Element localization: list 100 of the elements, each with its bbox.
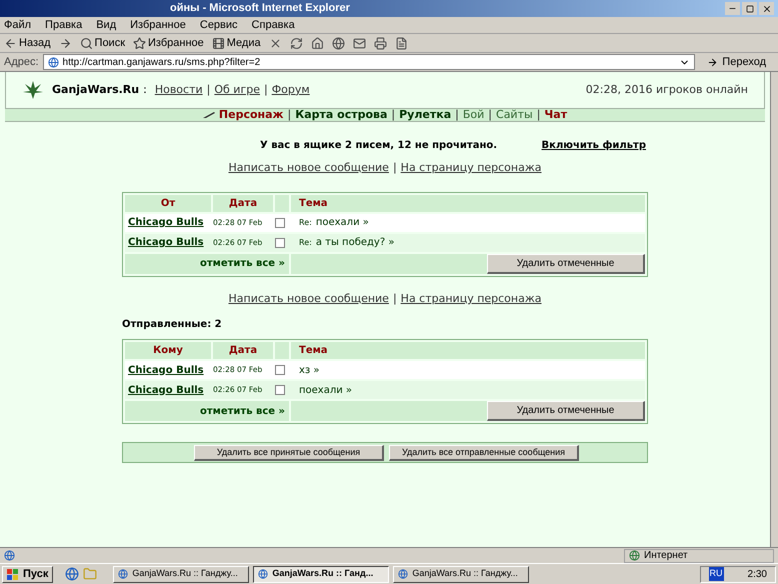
- page-link[interactable]: Форум: [272, 82, 310, 98]
- separator: |: [455, 106, 459, 123]
- windows-flag-icon: [7, 568, 19, 580]
- maximize-icon: [746, 4, 754, 12]
- separator: |: [392, 160, 397, 176]
- search-icon: [80, 36, 93, 50]
- sender-link[interactable]: Chicago Bulls: [128, 216, 204, 229]
- mark-all-link[interactable]: отметить все »: [200, 404, 285, 418]
- nav-link[interactable]: Карта острова: [295, 106, 388, 124]
- menu-item[interactable]: Файл: [4, 16, 32, 34]
- search-button[interactable]: Поиск: [80, 34, 126, 52]
- back-arrow-icon: [4, 36, 17, 50]
- taskbar-button[interactable]: GanjaWars.Ru :: Ганд...: [253, 566, 390, 582]
- page-link[interactable]: Об игре: [214, 82, 260, 98]
- sender-link[interactable]: Chicago Bulls: [128, 364, 204, 376]
- column-header: Дата: [213, 342, 273, 359]
- page-icon: [48, 56, 59, 68]
- reply-prefix: Re:: [299, 217, 312, 229]
- nav-link[interactable]: Персонаж: [218, 106, 284, 124]
- separator: |: [206, 82, 210, 98]
- language-indicator[interactable]: RU: [708, 567, 724, 581]
- toolbar-icon[interactable]: [268, 36, 282, 50]
- separator: |: [391, 106, 396, 123]
- toolbar-icon[interactable]: [352, 36, 366, 50]
- close-button[interactable]: [759, 2, 774, 15]
- delete-selected-button[interactable]: Удалить отмеченные: [487, 254, 645, 274]
- maximize-button[interactable]: [742, 2, 757, 15]
- browser-icon[interactable]: [65, 567, 80, 581]
- page-icon: [4, 550, 15, 561]
- separator: |: [488, 106, 492, 123]
- page-link[interactable]: На страницу персонажа: [400, 290, 542, 307]
- toolbar-icon[interactable]: [332, 36, 345, 50]
- minimize-button[interactable]: [725, 2, 740, 15]
- mailbox-summary: У вас в ящике 2 писем, 12 не прочитано.: [260, 138, 498, 152]
- menu-item[interactable]: Сервис: [200, 16, 238, 34]
- row-checkbox[interactable]: [275, 365, 285, 375]
- mark-all-link[interactable]: отметить все »: [200, 256, 285, 271]
- delete-all-button[interactable]: Удалить все отправленные сообщения: [389, 444, 579, 460]
- media-button[interactable]: Медиа: [212, 34, 261, 52]
- taskbar-button[interactable]: GanjaWars.Ru :: Ганджу...: [113, 566, 250, 582]
- window-title: ойны - Microsoft Internet Explorer: [169, 1, 350, 16]
- nav-link[interactable]: Бой: [462, 106, 484, 124]
- close-icon: [762, 4, 772, 14]
- column-header-background: [275, 194, 289, 212]
- page-link[interactable]: Новости: [154, 82, 203, 98]
- column-header: Тема: [291, 342, 645, 359]
- sender-link[interactable]: Chicago Bulls: [128, 384, 204, 396]
- subject-link[interactable]: а ты победу? »: [316, 235, 394, 250]
- subject-link[interactable]: поехали »: [299, 382, 352, 398]
- nav-link[interactable]: Рулетка: [399, 106, 452, 124]
- address-label: Адрес:: [4, 54, 39, 70]
- toolbar-icon[interactable]: [310, 36, 324, 50]
- column-header: Дата: [213, 194, 273, 212]
- row-checkbox[interactable]: [275, 238, 285, 248]
- rifle-icon: [202, 111, 215, 119]
- globe-icon: [629, 550, 640, 561]
- forward-button[interactable]: [58, 36, 72, 50]
- page-icon: [398, 569, 408, 579]
- column-header-background: [275, 342, 289, 359]
- delete-all-button[interactable]: Удалить все принятые сообщения: [194, 444, 384, 460]
- subject-link[interactable]: хз »: [299, 362, 320, 378]
- subject-link[interactable]: поехали »: [316, 215, 369, 230]
- page-link[interactable]: Написать новое сообщение: [228, 290, 389, 307]
- site-logo[interactable]: GanjaWars.Ru: [52, 82, 140, 98]
- reply-prefix: Re:: [299, 237, 312, 249]
- sender-link[interactable]: Chicago Bulls: [128, 236, 204, 249]
- back-button[interactable]: Назад: [4, 34, 51, 52]
- taskbar-button[interactable]: GanjaWars.Ru :: Ганджу...: [393, 566, 530, 582]
- menu-item[interactable]: Правка: [45, 16, 82, 34]
- start-button[interactable]: Пуск: [2, 566, 54, 582]
- address-field[interactable]: http://cartman.ganjawars.ru/sms.php?filter=2: [42, 54, 696, 70]
- clock: 2:30: [748, 568, 767, 582]
- forward-arrow-icon: [58, 36, 72, 50]
- delete-selected-button[interactable]: Удалить отмеченные: [487, 401, 645, 421]
- separator: |: [288, 106, 292, 123]
- page-link[interactable]: Написать новое сообщение: [228, 160, 389, 176]
- row-checkbox[interactable]: [275, 385, 285, 395]
- row-checkbox[interactable]: [275, 218, 285, 228]
- separator: |: [392, 290, 397, 307]
- menu-item[interactable]: Избранное: [130, 16, 186, 34]
- column-header: От: [125, 194, 211, 212]
- separator: |: [264, 82, 268, 98]
- menu-item[interactable]: Справка: [252, 16, 295, 34]
- column-header: Кому: [125, 342, 211, 359]
- nav-link[interactable]: Чат: [544, 106, 568, 124]
- favorites-button[interactable]: Избранное: [133, 34, 204, 52]
- online-status: 02:28, 2016 игроков онлайн: [586, 82, 748, 98]
- zone-label: Интернет: [644, 549, 688, 563]
- filter-link[interactable]: Включить фильтр: [542, 138, 646, 152]
- sent-count: Отправленные: 2: [122, 318, 222, 332]
- go-button[interactable]: Переход: [699, 54, 774, 70]
- separator: |: [536, 106, 540, 123]
- menu-item[interactable]: Вид: [96, 16, 116, 34]
- toolbar-icon[interactable]: [290, 36, 303, 50]
- nav-link[interactable]: Сайты: [496, 106, 533, 124]
- toolbar-icon[interactable]: [374, 36, 387, 50]
- toolbar-icon[interactable]: [394, 36, 408, 50]
- page-link[interactable]: На страницу персонажа: [400, 160, 542, 176]
- separator: :: [143, 82, 147, 98]
- star-icon: [133, 36, 146, 50]
